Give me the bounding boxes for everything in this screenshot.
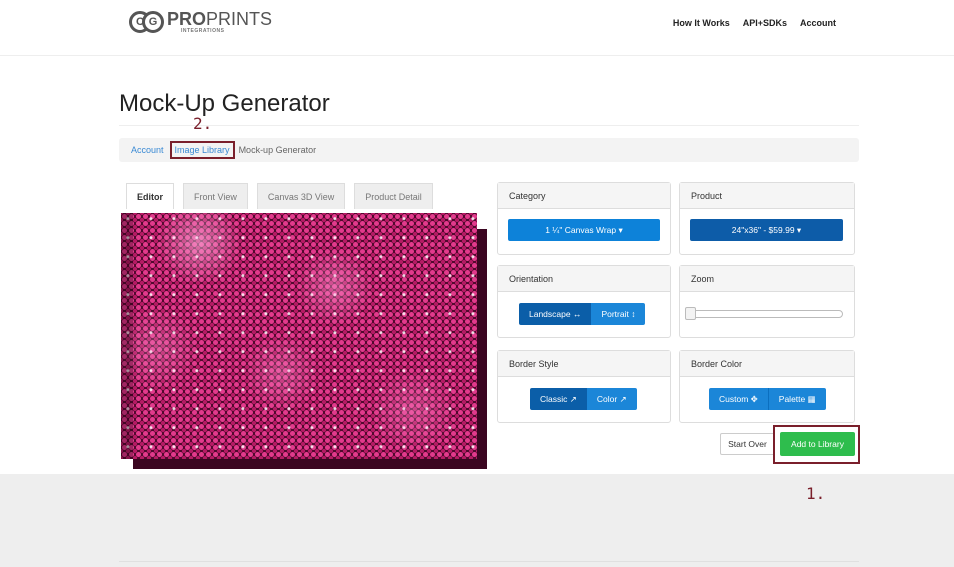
- canvas-wrap-edge: [121, 213, 133, 459]
- zoom-slider-track[interactable]: [685, 310, 843, 318]
- classic-button[interactable]: Classic ↗: [530, 388, 587, 410]
- start-over-button[interactable]: Start Over: [720, 433, 775, 455]
- breadcrumb-current: Mock-up Generator: [238, 145, 317, 155]
- zoom-slider-thumb[interactable]: [685, 307, 696, 320]
- orientation-toggle: Landscape ↔ Portrait ↕: [519, 303, 646, 325]
- caret-down-icon: ▾: [618, 224, 623, 235]
- view-tabs: Editor Front View Canvas 3D View Product…: [126, 183, 442, 209]
- logo-mark-icon: CG: [129, 10, 165, 34]
- border-style-toggle: Classic ↗ Color ↗: [530, 388, 637, 410]
- border-style-panel: Border Style: [497, 350, 671, 423]
- category-title: Category: [498, 183, 670, 209]
- caret-down-icon: ▾: [796, 224, 802, 235]
- border-color-title: Border Color: [680, 351, 854, 377]
- logo[interactable]: CG PROPRINTS INTEGRATIONS: [129, 10, 272, 34]
- tab-canvas-3d-view[interactable]: Canvas 3D View: [256, 183, 346, 209]
- top-nav: How It Works API+SDKs Account: [673, 18, 836, 28]
- product-dropdown[interactable]: 24"x36" - $59.99 ▾: [690, 219, 843, 241]
- category-value: 1 ¼" Canvas Wrap: [545, 225, 617, 235]
- product-value: 24"x36" - $59.99: [731, 225, 795, 235]
- nav-api-sdks[interactable]: API+SDKs: [743, 18, 787, 28]
- logo-main: PRINTS: [206, 9, 273, 29]
- title-divider: [119, 125, 859, 126]
- tab-front-view[interactable]: Front View: [183, 183, 248, 209]
- border-style-title: Border Style: [498, 351, 670, 377]
- tab-editor[interactable]: Editor: [126, 183, 174, 209]
- add-to-library-button[interactable]: Add to Library: [780, 432, 855, 456]
- footer-divider: [119, 561, 859, 562]
- border-color-toggle: Custom ✥ Palette ▦: [709, 388, 826, 410]
- breadcrumb-image-library[interactable]: Image Library: [169, 141, 235, 159]
- page-title: Mock-Up Generator: [119, 90, 330, 117]
- breadcrumb: Account Image Library Mock-up Generator: [119, 138, 859, 162]
- canvas-preview[interactable]: [121, 213, 487, 469]
- breadcrumb-account[interactable]: Account: [131, 145, 164, 155]
- orientation-title: Orientation: [498, 266, 670, 292]
- category-dropdown[interactable]: 1 ¼" Canvas Wrap ▾: [508, 219, 660, 241]
- annotation-step-1: 1.: [806, 484, 826, 503]
- nav-how-it-works[interactable]: How It Works: [673, 18, 730, 28]
- zoom-title: Zoom: [680, 266, 854, 292]
- color-button[interactable]: Color ↗: [586, 388, 637, 410]
- custom-color-button[interactable]: Custom ✥: [709, 388, 768, 410]
- border-color-panel: Border Color: [679, 350, 855, 423]
- zoom-panel: Zoom: [679, 265, 855, 338]
- canvas-shine: [121, 213, 477, 459]
- nav-account[interactable]: Account: [800, 18, 836, 28]
- annotation-step-2: 2.: [193, 114, 213, 133]
- portrait-button[interactable]: Portrait ↕: [591, 303, 646, 325]
- palette-button[interactable]: Palette ▦: [767, 388, 826, 410]
- tab-product-detail[interactable]: Product Detail: [354, 183, 433, 209]
- product-title: Product: [680, 183, 854, 209]
- logo-main-bold: PRO: [167, 9, 207, 29]
- orientation-panel: Orientation: [497, 265, 671, 338]
- landscape-button[interactable]: Landscape ↔: [519, 303, 592, 325]
- site-header: CG PROPRINTS INTEGRATIONS How It Works A…: [0, 0, 954, 56]
